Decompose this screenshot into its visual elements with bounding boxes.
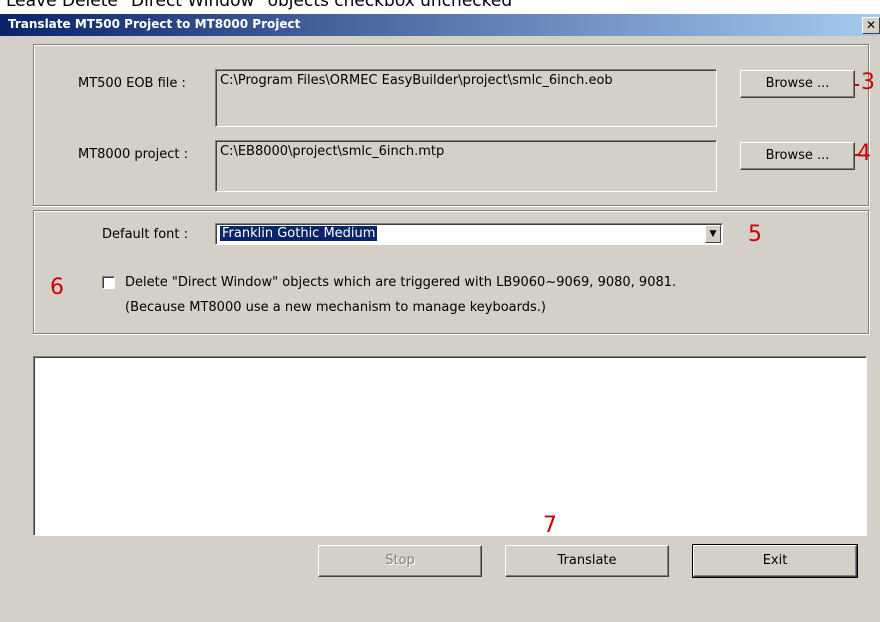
- annotation-4: 4: [857, 141, 871, 166]
- delete-direct-window-checkbox[interactable]: [102, 276, 115, 289]
- stop-button[interactable]: Stop: [318, 545, 482, 577]
- font-select-value: Franklin Gothic Medium: [220, 226, 378, 241]
- chevron-down-icon[interactable]: ▼: [705, 225, 721, 243]
- caption: Leave Delete "Direct Window" objects che…: [6, 0, 513, 11]
- delete-direct-window-note: (Because MT8000 use a new mechanism to m…: [125, 300, 546, 315]
- title-bar: Translate MT500 Project to MT8000 Projec…: [0, 14, 880, 36]
- eob-label: MT500 EOB file :: [78, 76, 186, 91]
- annotation-6: 6: [50, 275, 64, 300]
- eob-path-value: C:\Program Files\ORMEC EasyBuilder\proje…: [220, 73, 613, 88]
- exit-button[interactable]: Exit: [692, 544, 858, 578]
- browse-eob-button[interactable]: Browse ...: [740, 70, 855, 98]
- delete-direct-window-label: Delete "Direct Window" objects which are…: [125, 275, 677, 290]
- translate-button[interactable]: Translate: [505, 545, 669, 577]
- browse-project-button[interactable]: Browse ...: [740, 142, 855, 170]
- annotation-5: 5: [748, 222, 762, 247]
- annotation-pointer-3: [855, 84, 859, 86]
- project-label: MT8000 project :: [78, 147, 189, 162]
- close-button[interactable]: ✕: [862, 17, 880, 34]
- annotation-3: 3: [861, 70, 875, 95]
- project-path-field[interactable]: C:\EB8000\project\smlc_6inch.mtp: [215, 140, 717, 192]
- log-output-area[interactable]: [33, 356, 867, 536]
- close-icon: ✕: [865, 18, 877, 32]
- project-path-value: C:\EB8000\project\smlc_6inch.mtp: [220, 144, 445, 159]
- eob-path-field[interactable]: C:\Program Files\ORMEC EasyBuilder\proje…: [215, 69, 717, 127]
- font-select[interactable]: Franklin Gothic Medium ▼: [215, 223, 723, 245]
- annotation-7: 7: [543, 513, 557, 538]
- font-label: Default font :: [102, 227, 189, 242]
- window-title: Translate MT500 Project to MT8000 Projec…: [8, 17, 301, 31]
